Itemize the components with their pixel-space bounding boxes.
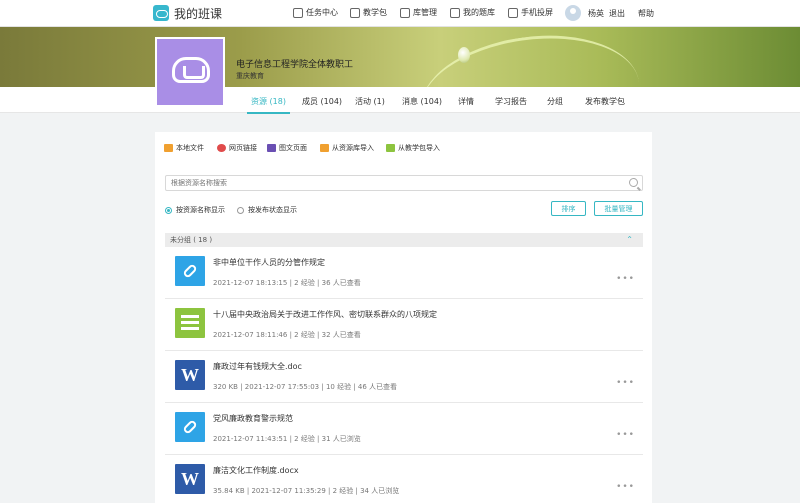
- nav-task-center[interactable]: 任务中心: [293, 7, 338, 18]
- batch-manage-button[interactable]: 批量管理: [594, 201, 643, 216]
- list-item[interactable]: 十八届中央政治局关于改进工作作风、密切联系群众的八项规定 2021-12-07 …: [165, 299, 643, 351]
- tab-learning-report[interactable]: 学习报告: [495, 96, 527, 107]
- file-title[interactable]: 十八届中央政治局关于改进工作作风、密切联系群众的八项规定: [213, 309, 437, 320]
- word-file-icon: W: [175, 464, 205, 494]
- file-title[interactable]: 非中单位干作人员的分管作规定: [213, 257, 325, 268]
- nav-question-bank[interactable]: 我的题库: [450, 7, 495, 18]
- screen-cast-icon: [508, 7, 518, 18]
- more-options-icon[interactable]: •••: [616, 274, 635, 284]
- link-icon: [217, 144, 226, 152]
- resources-panel: 本地文件 网页链接 图文页面 从资源库导入 从教学包导入 按资源名称显示 按发布…: [155, 132, 652, 503]
- avatar[interactable]: [565, 5, 581, 21]
- nav-teaching-package[interactable]: 教学包: [350, 7, 387, 18]
- class-banner: 电子信息工程学院全体教职工 重庆教育: [0, 27, 800, 87]
- list-item[interactable]: 非中单位干作人员的分管作规定 2021-12-07 18:13:15 | 2 经…: [165, 247, 643, 299]
- upload-local-file-button[interactable]: 本地文件: [164, 143, 204, 153]
- help-link[interactable]: 帮助: [638, 8, 654, 19]
- class-tabs: 资源 (18) 成员 (104) 活动 (1) 消息 (104) 详情 学习报告…: [0, 87, 800, 114]
- chevron-up-icon[interactable]: ⌃: [626, 233, 633, 247]
- banner-decoration: [412, 27, 648, 87]
- import-from-package-button[interactable]: 从教学包导入: [386, 143, 440, 153]
- page-icon: [267, 144, 276, 152]
- import-icon: [320, 144, 329, 152]
- add-page-button[interactable]: 图文页面: [267, 143, 307, 153]
- word-file-icon: W: [175, 360, 205, 390]
- nav-screen-cast[interactable]: 手机投屏: [508, 7, 553, 18]
- tab-messages[interactable]: 消息 (104): [402, 96, 442, 107]
- folder-icon: [164, 144, 173, 152]
- more-options-icon[interactable]: •••: [616, 430, 635, 440]
- tab-members[interactable]: 成员 (104): [302, 96, 342, 107]
- search-box: [165, 175, 643, 191]
- file-title[interactable]: 党风廉政教育警示规范: [213, 413, 293, 424]
- link-file-icon: [175, 412, 205, 442]
- radio-dot-icon: [165, 206, 172, 214]
- tab-publish-package[interactable]: 发布教学包: [585, 96, 625, 107]
- list-item[interactable]: W 廉洁文化工作制度.docx 35.84 KB | 2021-12-07 11…: [165, 455, 643, 503]
- search-icon[interactable]: [629, 178, 638, 187]
- tab-groups[interactable]: 分组: [547, 96, 563, 107]
- class-cover-image: [155, 37, 225, 107]
- top-nav: 我的班课 任务中心 教学包 库管理 我的题库 手机投屏 杨英 退出 帮助: [0, 0, 800, 27]
- radio-dot-icon: [237, 206, 244, 214]
- add-web-link-button[interactable]: 网页链接: [217, 143, 257, 153]
- nav-library[interactable]: 库管理: [400, 7, 437, 18]
- app-title[interactable]: 我的班课: [174, 5, 222, 22]
- import-from-library-button[interactable]: 从资源库导入: [320, 143, 374, 153]
- package-icon: [350, 7, 360, 18]
- folder-group-header[interactable]: 未分组 ( 18 ) ⌃: [165, 233, 643, 247]
- app-logo-icon[interactable]: [153, 5, 169, 21]
- view-by-status-radio[interactable]: 按发布状态显示: [237, 205, 297, 215]
- logout-link[interactable]: 退出: [609, 8, 625, 19]
- file-meta: 2021-12-07 18:13:15 | 2 经验 | 36 人已查看: [213, 279, 361, 287]
- file-title[interactable]: 廉政过年有钱规大全.doc: [213, 361, 302, 372]
- view-options: 按资源名称显示 按发布状态显示: [165, 205, 297, 215]
- file-title[interactable]: 廉洁文化工作制度.docx: [213, 465, 299, 476]
- tab-resources[interactable]: 资源 (18): [247, 96, 290, 114]
- file-meta: 2021-12-07 11:43:51 | 2 经验 | 31 人已浏览: [213, 435, 361, 443]
- package-import-icon: [386, 144, 395, 152]
- question-bank-icon: [450, 7, 460, 18]
- link-file-icon: [175, 256, 205, 286]
- file-meta: 35.84 KB | 2021-12-07 11:35:29 | 2 经验 | …: [213, 487, 400, 495]
- file-meta: 2021-12-07 18:11:46 | 2 经验 | 32 人已查看: [213, 331, 361, 339]
- class-name: 电子信息工程学院全体教职工: [236, 60, 354, 70]
- view-by-name-radio[interactable]: 按资源名称显示: [165, 205, 225, 215]
- banner-dewdrop: [458, 47, 470, 63]
- search-input[interactable]: [166, 176, 606, 190]
- folder-group-label: 未分组 ( 18 ): [170, 236, 213, 244]
- task-icon: [293, 7, 303, 18]
- list-item[interactable]: 党风廉政教育警示规范 2021-12-07 11:43:51 | 2 经验 | …: [165, 403, 643, 455]
- cloud-icon: [172, 57, 210, 83]
- list-item[interactable]: W 廉政过年有钱规大全.doc 320 KB | 2021-12-07 17:5…: [165, 351, 643, 403]
- sort-button[interactable]: 排序: [551, 201, 586, 216]
- class-school: 重庆教育: [236, 72, 264, 80]
- tab-details[interactable]: 详情: [458, 96, 474, 107]
- user-name[interactable]: 杨英: [588, 8, 604, 19]
- tab-activities[interactable]: 活动 (1): [355, 96, 385, 107]
- library-icon: [400, 7, 410, 18]
- more-options-icon[interactable]: •••: [616, 378, 635, 388]
- more-options-icon[interactable]: •••: [616, 482, 635, 492]
- file-meta: 320 KB | 2021-12-07 17:55:03 | 10 经验 | 4…: [213, 383, 398, 391]
- page-file-icon: [175, 308, 205, 338]
